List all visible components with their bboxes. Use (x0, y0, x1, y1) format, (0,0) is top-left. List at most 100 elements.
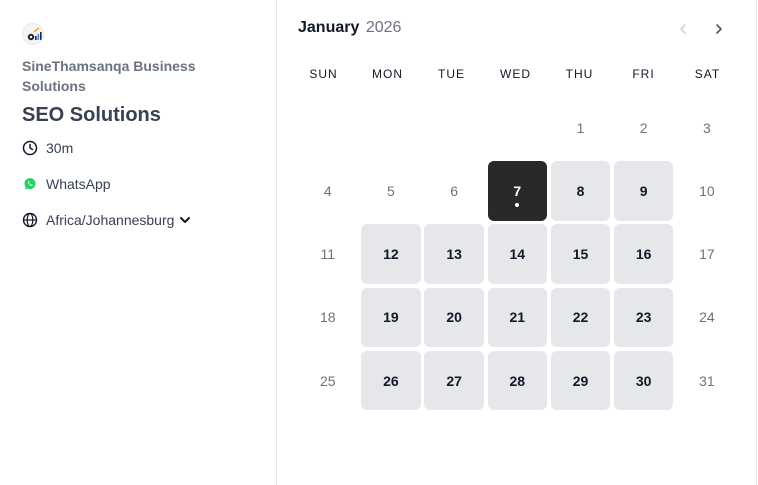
day-number: 16 (635, 246, 652, 263)
booking-card: SineThamsanqa Business Solutions SEO Sol… (0, 0, 757, 485)
duration-label: 30m (46, 140, 74, 156)
organization-name: SineThamsanqa Business Solutions (22, 58, 196, 94)
day-number: 5 (387, 182, 395, 199)
day-number: 29 (572, 372, 589, 389)
day-number: 3 (702, 119, 711, 136)
disabled-day: 25 (298, 351, 358, 411)
event-info-panel: SineThamsanqa Business Solutions SEO Sol… (0, 0, 277, 485)
day-button[interactable]: 23 (613, 287, 674, 348)
day-number: 25 (319, 372, 336, 389)
disabled-day: 18 (298, 288, 358, 348)
chevron-right-icon (716, 24, 722, 34)
chevron-down-icon (178, 213, 192, 227)
day-button[interactable]: 20 (424, 287, 484, 348)
day-number: 13 (446, 246, 462, 263)
disabled-day: 5 (361, 161, 421, 221)
day-button[interactable]: 14 (487, 224, 548, 284)
day-number: 21 (509, 309, 526, 326)
weekday-label: FRI (632, 67, 655, 81)
day-button[interactable]: 26 (361, 350, 421, 411)
day-number: 1 (576, 119, 585, 136)
previous-month-button[interactable] (672, 18, 694, 40)
day-button[interactable]: 13 (424, 224, 484, 284)
empty-day-cell (298, 98, 358, 158)
disabled-day: 2 (614, 98, 674, 158)
day-button[interactable]: 27 (424, 350, 484, 411)
day-button[interactable]: 28 (487, 350, 548, 411)
weekday-label: MON (372, 67, 403, 81)
day-number: 30 (635, 372, 652, 389)
chevron-left-icon (680, 24, 686, 34)
year-label: 2026 (365, 19, 402, 36)
timezone-selector[interactable]: Africa/Johannesburg (22, 212, 192, 228)
weekday-header: SUN MON TUE WED THU FRI SAT (292, 67, 740, 81)
weekday-label: SAT (694, 67, 721, 81)
day-number: 12 (383, 246, 399, 263)
day-number: 4 (323, 182, 332, 199)
day-button[interactable]: 12 (361, 224, 421, 284)
day-button[interactable]: 16 (613, 224, 674, 284)
day-button[interactable]: 21 (487, 287, 548, 348)
day-button[interactable]: 30 (613, 350, 674, 411)
duration-row: 30m (22, 140, 73, 156)
day-number: 24 (699, 309, 715, 326)
disabled-day: 10 (677, 161, 737, 221)
day-button[interactable]: 29 (550, 350, 611, 411)
location-label: WhatsApp (46, 176, 111, 192)
whatsapp-icon (22, 176, 38, 192)
disabled-day: 1 (551, 98, 611, 158)
month-name: January (298, 19, 360, 36)
empty-day-cell (488, 98, 548, 158)
weekday-label: TUE (438, 67, 465, 81)
day-number: 18 (319, 309, 336, 326)
calendar-panel: January 2026 SUN MON TUE WED THU FRI SAT… (278, 0, 757, 485)
empty-day-cell (361, 98, 421, 158)
day-number: 7 (513, 182, 522, 199)
day-number: 2 (639, 119, 648, 136)
disabled-day: 3 (677, 98, 737, 158)
disabled-day: 4 (298, 161, 358, 221)
calendar-grid: 1 2 3 4 5 6 7 8 9 10 11 12 13 14 15 16 17 18 19 20 21 22 23 24 2… (298, 98, 737, 411)
day-number: 15 (572, 246, 589, 263)
timezone-label: Africa/Johannesburg (46, 212, 175, 228)
day-number: 11 (320, 246, 336, 263)
disabled-day: 11 (298, 224, 358, 284)
weekday-label: WED (500, 67, 531, 81)
disabled-day: 24 (677, 288, 737, 348)
day-number: 27 (446, 372, 462, 389)
weekday-label: THU (565, 67, 594, 81)
day-number: 22 (572, 309, 589, 326)
day-number: 17 (699, 246, 715, 263)
day-number: 31 (699, 372, 715, 389)
day-number: 19 (383, 309, 399, 326)
day-button[interactable]: 19 (361, 287, 421, 348)
day-number: 28 (509, 372, 526, 389)
day-button[interactable]: 9 (613, 161, 674, 221)
day-button[interactable]: 8 (550, 161, 611, 221)
disabled-day: 17 (677, 224, 737, 284)
day-number: 20 (446, 309, 462, 326)
location-row: WhatsApp (22, 176, 111, 192)
day-number: 26 (383, 372, 399, 389)
day-number: 10 (699, 182, 715, 199)
selected-day-button[interactable]: 7 (487, 161, 548, 221)
disabled-day: 6 (424, 161, 484, 221)
disabled-day: 31 (677, 351, 737, 411)
globe-icon (22, 212, 38, 228)
day-button[interactable]: 22 (550, 287, 611, 348)
day-number: 8 (576, 182, 585, 199)
month-header: January 2026 (298, 19, 401, 37)
org-logo-icon (27, 27, 42, 41)
event-title: SEO Solutions (22, 104, 161, 126)
next-month-button[interactable] (708, 18, 730, 40)
day-number: 6 (450, 182, 459, 199)
clock-icon (22, 140, 38, 156)
weekday-label: SUN (309, 67, 338, 81)
day-number: 9 (639, 182, 648, 199)
empty-day-cell (424, 98, 484, 158)
avatar (22, 23, 44, 45)
day-button[interactable]: 15 (550, 224, 611, 284)
day-number: 14 (509, 246, 526, 263)
day-number: 23 (635, 309, 652, 326)
today-indicator-dot (515, 202, 520, 207)
